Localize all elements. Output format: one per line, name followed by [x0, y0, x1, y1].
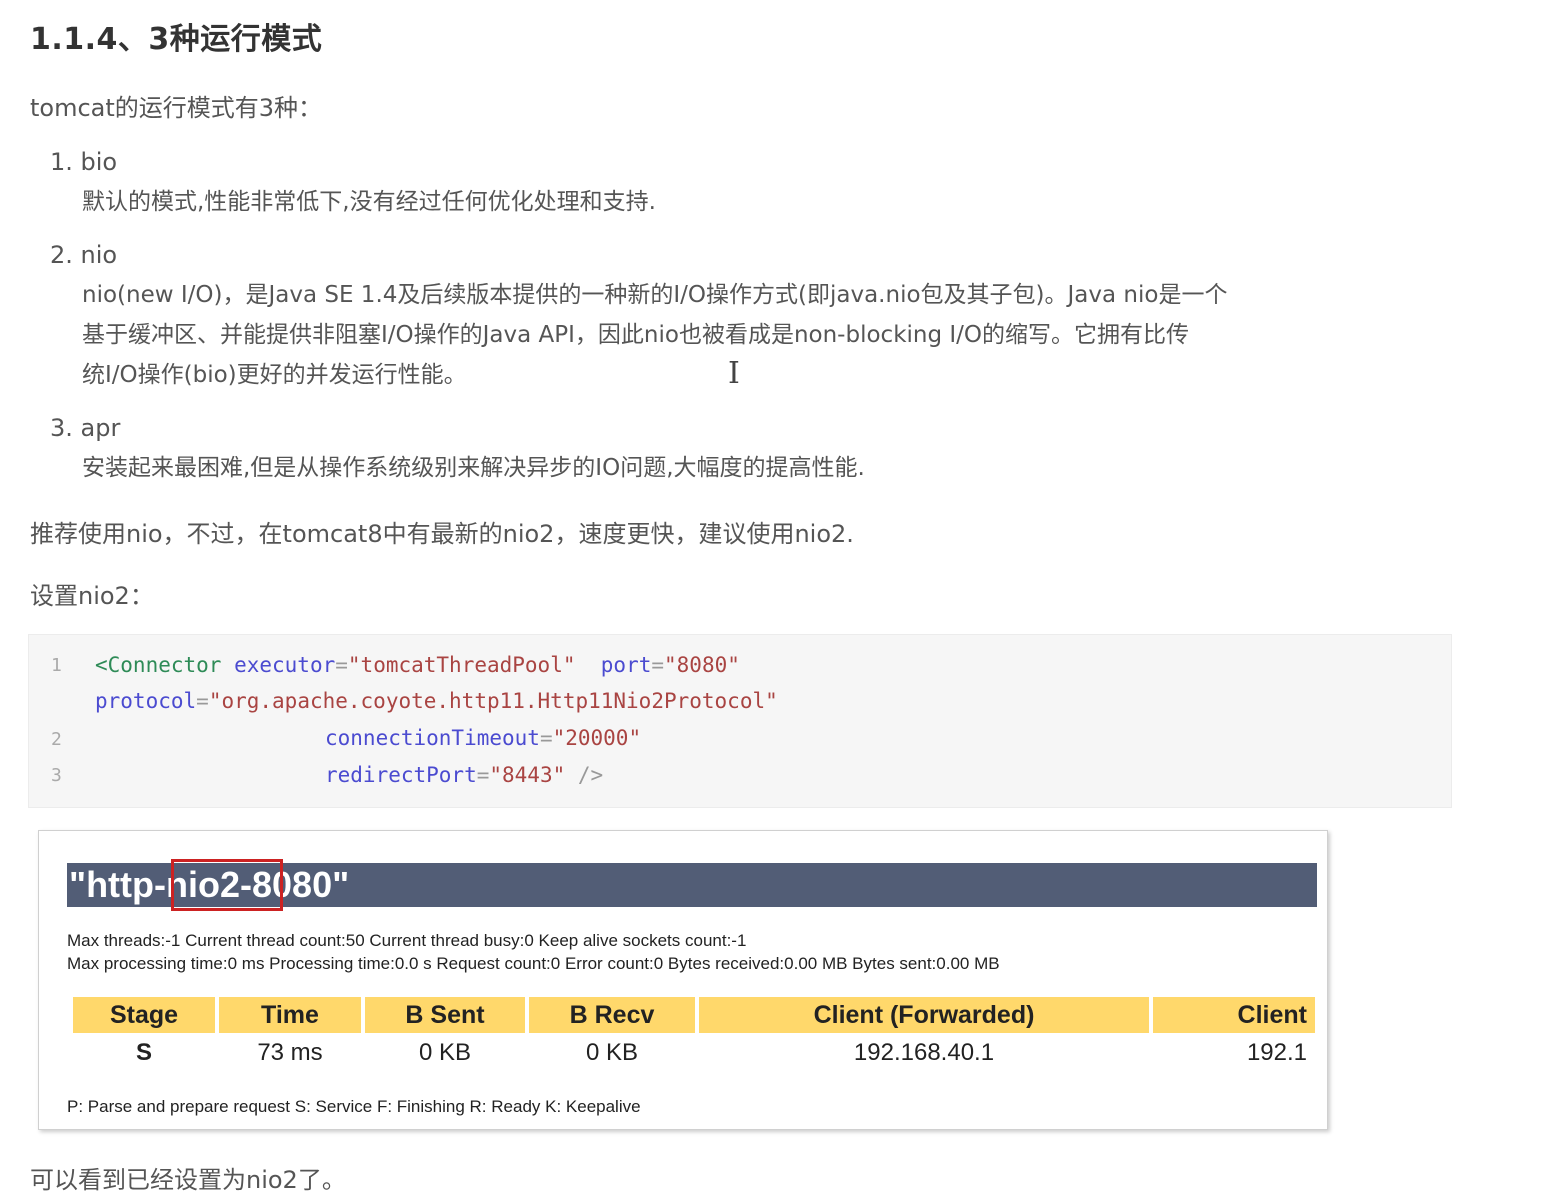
line-number: 1	[51, 655, 62, 676]
stage-legend: P: Parse and prepare request S: Service …	[67, 1097, 641, 1116]
highlight-box	[171, 859, 283, 911]
table-cell: 192.168.40.1	[853, 1039, 995, 1066]
code-attr: executor	[234, 653, 336, 677]
table-cell: S	[135, 1039, 152, 1066]
table-header-row: Stage Time B Sent B Recv Client (Forward…	[73, 997, 1315, 1033]
code-attr: protocol	[95, 689, 197, 713]
table-row: S 73 ms 0 KB 0 KB 192.168.40.1 192.1	[73, 1033, 1315, 1073]
code-value: "20000"	[552, 726, 642, 750]
list-item-description: 基于缓冲区、并能提供非阻塞I/O操作的Java API，因此nio也被看成是no…	[82, 322, 1190, 348]
table-header: Stage	[73, 997, 215, 1033]
text-cursor-icon: I	[728, 356, 740, 391]
closing-text: 可以看到已经设置为nio2了。	[30, 1166, 346, 1194]
table-header: Time	[219, 997, 361, 1033]
code-value: "8080"	[664, 653, 740, 677]
code-attr: connectionTimeout	[325, 726, 540, 750]
code-line-1-wrap: protocol="org.apache.coyote.http11.Http1…	[95, 689, 778, 713]
list-item-description: nio(new I/O)，是Java SE 1.4及后续版本提供的一种新的I/O…	[82, 282, 1228, 308]
setting-label: 设置nio2：	[30, 582, 154, 610]
stats-line: Max processing time:0 ms Processing time…	[67, 954, 1000, 973]
list-item-description: 统I/O操作(bio)更好的并发运行性能。	[82, 362, 467, 388]
recommend-text: 推荐使用nio，不过，在tomcat8中有最新的nio2，速度更快，建议使用ni…	[30, 520, 854, 548]
status-screenshot-panel: "http-nio2-8080" Max threads:-1 Current …	[38, 830, 1328, 1130]
code-value: "8443"	[489, 763, 566, 787]
code-value: "org.apache.coyote.http11.Http11Nio2Prot…	[208, 689, 778, 713]
code-tag: <Connector	[95, 653, 222, 677]
code-attr: redirectPort	[325, 763, 477, 787]
code-attr: port	[600, 653, 652, 677]
list-item-number: 3. apr	[50, 414, 121, 442]
code-line-2: connectionTimeout="20000"	[325, 726, 642, 750]
code-line-3: redirectPort="8443" />	[325, 763, 604, 787]
list-item-number: 2. nio	[50, 241, 118, 269]
section-title: 1.1.4、3种运行模式	[30, 22, 323, 57]
stats-line: Max threads:-1 Current thread count:50 C…	[67, 931, 747, 950]
table-cell: 192.1	[1246, 1039, 1307, 1066]
line-number: 2	[51, 729, 62, 750]
code-punct: />	[577, 763, 604, 787]
stage-table: Stage Time B Sent B Recv Client (Forward…	[69, 997, 1319, 1073]
table-header: Client (Forwarded)	[699, 997, 1149, 1033]
table-header: B Recv	[529, 997, 695, 1033]
table-header: Client	[1153, 997, 1315, 1033]
list-item-number: 1. bio	[50, 148, 118, 176]
list-item-description: 默认的模式,性能非常低下,没有经过任何优化处理和支持.	[82, 189, 656, 215]
table-cell: 0 KB	[585, 1039, 639, 1066]
line-number: 3	[51, 765, 62, 786]
table-header: B Sent	[365, 997, 525, 1033]
code-value: "tomcatThreadPool"	[347, 653, 576, 677]
code-line-1: <Connector executor="tomcatThreadPool" p…	[95, 653, 740, 677]
intro-text: tomcat的运行模式有3种：	[30, 94, 323, 122]
table-cell: 73 ms	[257, 1039, 323, 1066]
list-item-description: 安装起来最困难,但是从操作系统级别来解决异步的IO问题,大幅度的提高性能.	[82, 455, 865, 481]
table-cell: 0 KB	[418, 1039, 472, 1066]
code-block: 1 2 3 <Connector executor="tomcatThreadP…	[28, 634, 1452, 808]
